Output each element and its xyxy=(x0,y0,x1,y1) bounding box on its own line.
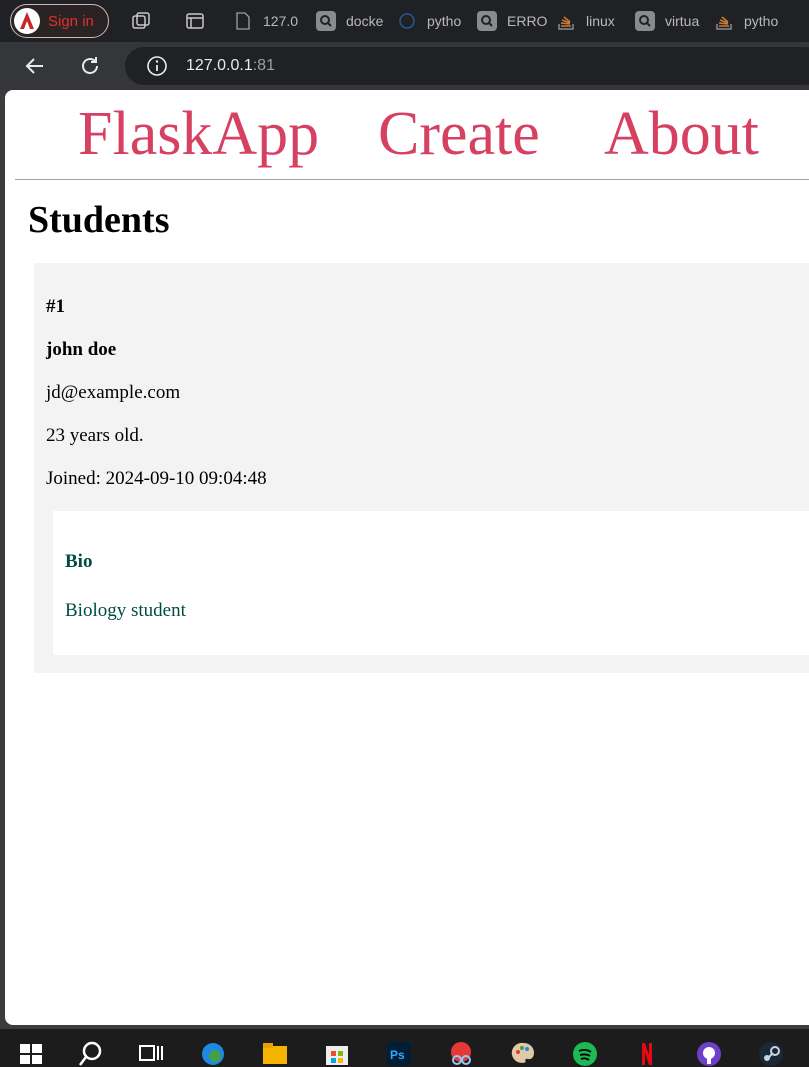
page-title: Students xyxy=(28,199,170,241)
tab-actions-icon[interactable] xyxy=(184,10,206,32)
search-icon xyxy=(316,11,336,31)
url-port: :81 xyxy=(252,57,275,74)
browser-tab[interactable]: linux xyxy=(556,6,628,36)
reload-icon[interactable] xyxy=(78,54,102,78)
stack-icon xyxy=(714,11,734,31)
search-icon[interactable] xyxy=(78,1040,104,1066)
site-nav: FlaskApp Create About xyxy=(15,90,809,180)
microsoft-store-icon[interactable] xyxy=(324,1040,350,1066)
tab-title: docke xyxy=(346,13,384,29)
task-view-icon[interactable] xyxy=(138,1040,164,1066)
windows-start-icon[interactable] xyxy=(18,1040,44,1066)
bio-box: Bio Biology student xyxy=(53,511,809,655)
stack-icon xyxy=(556,11,576,31)
nav-brand-link[interactable]: FlaskApp xyxy=(78,98,319,170)
bio-text: Biology student xyxy=(65,600,186,621)
svg-text:Ps: Ps xyxy=(390,1048,405,1062)
os-taskbar: Ps xyxy=(0,1029,809,1067)
student-age: 23 years old. xyxy=(46,425,144,446)
search-icon xyxy=(477,11,497,31)
nav-about-link[interactable]: About xyxy=(604,98,759,170)
browser-tab[interactable]: virtua xyxy=(635,6,707,36)
doc-icon xyxy=(233,11,253,31)
url-text: 127.0.0.1:81 xyxy=(186,57,275,75)
tab-title: linux xyxy=(586,13,615,29)
back-arrow-icon[interactable] xyxy=(23,54,47,78)
nav-create-link[interactable]: Create xyxy=(378,98,540,170)
snipping-tool-icon[interactable] xyxy=(448,1040,474,1066)
netflix-icon[interactable] xyxy=(634,1040,660,1066)
circle-icon xyxy=(397,11,417,31)
browser-tab-strip: Sign in 127.0 docke pytho ERRO linux vir… xyxy=(0,0,809,42)
page-viewport: FlaskApp Create About Students #1 john d… xyxy=(5,90,809,1025)
sign-in-button[interactable]: Sign in xyxy=(10,4,109,38)
tab-title: 127.0 xyxy=(263,13,299,29)
browser-tab[interactable]: 127.0 xyxy=(233,6,305,36)
paint-icon[interactable] xyxy=(510,1040,536,1066)
profile-logo-icon xyxy=(14,8,40,34)
student-email: jd@example.com xyxy=(46,382,181,403)
steam-icon[interactable] xyxy=(758,1040,784,1066)
student-card: #1 john doe jd@example.com 23 years old.… xyxy=(34,263,809,673)
browser-tab[interactable]: ERRO xyxy=(477,6,547,36)
edge-browser-icon[interactable] xyxy=(200,1040,226,1066)
browser-tab[interactable]: pytho xyxy=(397,6,469,36)
student-id: #1 xyxy=(46,296,65,317)
tab-title: ERRO xyxy=(507,13,547,29)
file-explorer-icon[interactable] xyxy=(262,1040,288,1066)
address-bar[interactable]: 127.0.0.1:81 xyxy=(125,47,809,85)
tab-title: pytho xyxy=(427,13,462,29)
spotify-icon[interactable] xyxy=(572,1040,598,1066)
browser-toolbar: 127.0.0.1:81 xyxy=(0,42,809,90)
browser-tab[interactable]: pytho xyxy=(714,6,809,36)
search-icon xyxy=(635,11,655,31)
workspaces-icon[interactable] xyxy=(130,10,152,32)
student-joined: Joined: 2024-09-10 09:04:48 xyxy=(46,468,267,489)
photoshop-icon[interactable]: Ps xyxy=(386,1040,412,1066)
bio-heading: Bio xyxy=(65,551,93,572)
browser-tab[interactable]: docke xyxy=(316,6,388,36)
github-icon[interactable] xyxy=(696,1040,722,1066)
sign-in-label: Sign in xyxy=(48,12,94,30)
site-info-icon[interactable] xyxy=(146,55,168,77)
tab-title: pytho xyxy=(744,13,779,29)
url-host: 127.0.0.1 xyxy=(186,57,253,74)
tab-title: virtua xyxy=(665,13,700,29)
student-name: john doe xyxy=(46,339,117,360)
